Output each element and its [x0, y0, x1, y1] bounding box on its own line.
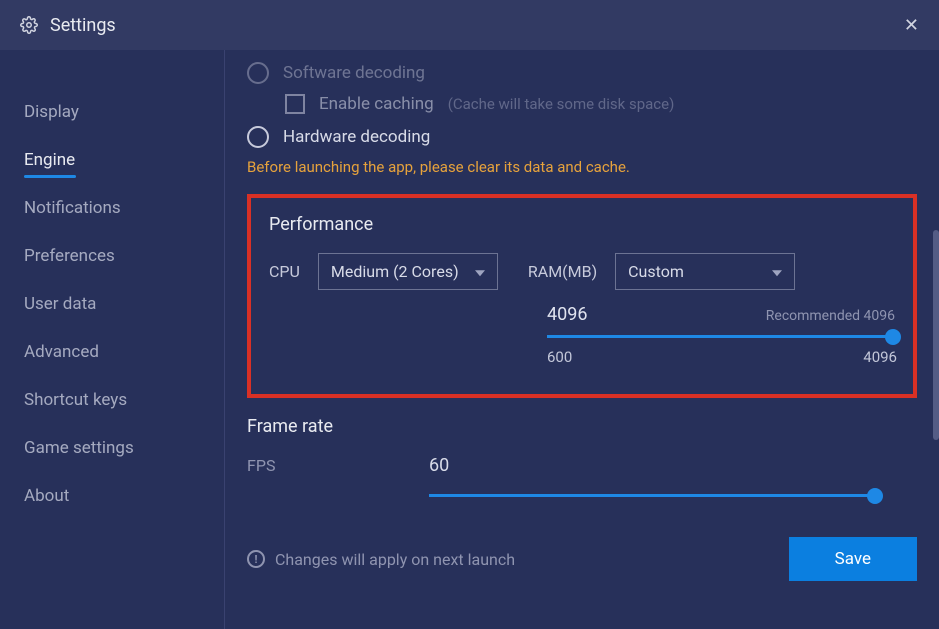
fps-label: FPS [247, 456, 429, 475]
sidebar-item-label: Game settings [24, 438, 134, 458]
framerate-title: Frame rate [247, 416, 917, 437]
save-button[interactable]: Save [789, 537, 917, 581]
radio-software-decoding[interactable]: Software decoding [247, 62, 917, 84]
header-left: Settings [20, 15, 116, 36]
checkbox-label: Enable caching [319, 94, 434, 114]
caching-hint: (Cache will take some disk space) [448, 95, 675, 113]
performance-title: Performance [269, 214, 895, 235]
fps-slider[interactable] [429, 494, 877, 497]
radio-icon [247, 62, 269, 84]
cpu-dropdown[interactable]: Medium (2 Cores) [318, 253, 498, 290]
sidebar-item-label: Advanced [24, 342, 99, 362]
radio-label: Software decoding [283, 63, 425, 83]
sidebar-item-user-data[interactable]: User data [0, 280, 224, 328]
footer-note-text: Changes will apply on next launch [275, 550, 515, 569]
sidebar-item-label: Engine [24, 150, 75, 170]
sidebar-item-game-settings[interactable]: Game settings [0, 424, 224, 472]
ram-slider[interactable] [547, 335, 897, 338]
ram-slider-bounds: 600 4096 [547, 348, 897, 366]
sidebar-item-label: About [24, 486, 69, 506]
ram-max: 4096 [863, 348, 897, 366]
fps-row: FPS 60 [247, 455, 917, 476]
sidebar-item-label: Preferences [24, 246, 115, 266]
sidebar-item-display[interactable]: Display [0, 88, 224, 136]
scrollbar[interactable] [933, 230, 939, 440]
sidebar-item-shortcut-keys[interactable]: Shortcut keys [0, 376, 224, 424]
fps-slider-wrap [429, 494, 877, 497]
ram-current-value: 4096 [547, 304, 587, 325]
ram-slider-thumb[interactable] [885, 329, 901, 345]
cpu-dropdown-value: Medium (2 Cores) [331, 262, 459, 281]
cpu-label: CPU [269, 262, 300, 281]
sidebar-item-label: Notifications [24, 198, 121, 218]
ram-value-row: 4096 Recommended 4096 [547, 304, 895, 325]
footer-row: ! Changes will apply on next launch Save [247, 537, 917, 581]
performance-section-highlighted: Performance CPU Medium (2 Cores) RAM(MB)… [247, 194, 917, 398]
checkbox-icon [285, 94, 305, 114]
framerate-section: Frame rate FPS 60 [247, 416, 917, 497]
window-header: Settings ✕ [0, 0, 939, 50]
close-icon[interactable]: ✕ [904, 15, 919, 36]
ram-label: RAM(MB) [528, 262, 597, 281]
sidebar-item-notifications[interactable]: Notifications [0, 184, 224, 232]
ram-dropdown-value: Custom [628, 262, 684, 281]
sidebar-item-label: User data [24, 294, 96, 314]
radio-icon [247, 126, 269, 148]
sidebar-item-label: Display [24, 102, 79, 122]
sidebar-item-preferences[interactable]: Preferences [0, 232, 224, 280]
sidebar-item-advanced[interactable]: Advanced [0, 328, 224, 376]
ram-min: 600 [547, 348, 572, 366]
ram-recommended: Recommended 4096 [766, 308, 895, 324]
radio-hardware-decoding[interactable]: Hardware decoding [247, 126, 917, 148]
main-panel: Software decoding Enable caching (Cache … [225, 50, 939, 629]
performance-fields: CPU Medium (2 Cores) RAM(MB) Custom [269, 253, 895, 290]
body: Display Engine Notifications Preferences… [0, 50, 939, 629]
info-icon: ! [247, 550, 265, 568]
footer-note: ! Changes will apply on next launch [247, 550, 515, 569]
radio-label: Hardware decoding [283, 127, 430, 147]
ram-slider-group: 4096 Recommended 4096 600 4096 [547, 304, 895, 366]
sidebar-item-label: Shortcut keys [24, 390, 127, 410]
checkbox-enable-caching[interactable]: Enable caching (Cache will take some dis… [285, 94, 917, 114]
page-title: Settings [50, 15, 116, 36]
fps-value: 60 [429, 455, 449, 476]
cache-warning: Before launching the app, please clear i… [247, 158, 917, 176]
gear-icon [20, 16, 38, 34]
fps-slider-thumb[interactable] [867, 488, 883, 504]
sidebar: Display Engine Notifications Preferences… [0, 50, 225, 629]
sidebar-item-engine[interactable]: Engine [0, 136, 224, 184]
sidebar-item-about[interactable]: About [0, 472, 224, 520]
ram-dropdown[interactable]: Custom [615, 253, 795, 290]
